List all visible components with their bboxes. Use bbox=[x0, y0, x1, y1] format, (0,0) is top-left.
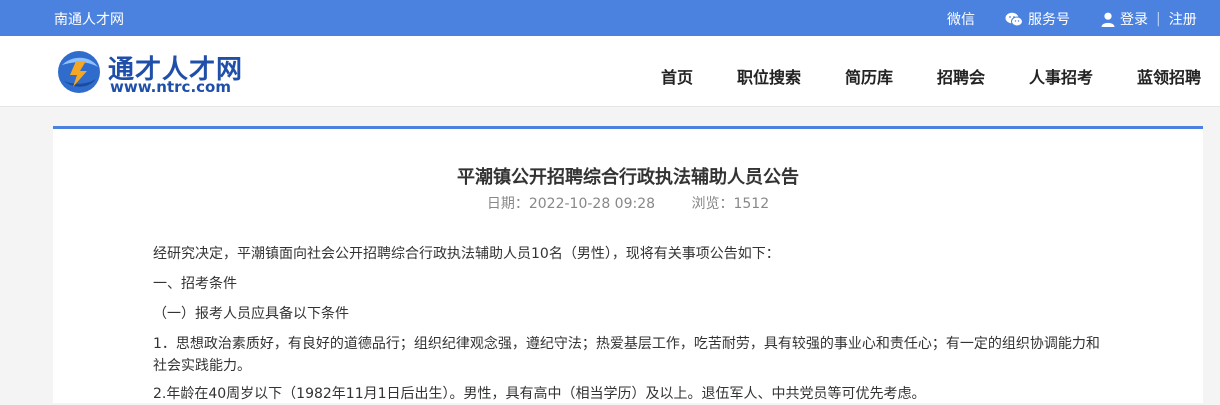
article-paragraph: （一）报考人员应具备以下条件 bbox=[153, 306, 349, 322]
article-date: 日期：2022-10-28 09:28 bbox=[486, 196, 656, 212]
article-title: 平潮镇公开招聘综合行政执法辅助人员公告 bbox=[457, 167, 799, 188]
divider: | bbox=[1156, 11, 1161, 27]
site-name[interactable]: 南通人才网 bbox=[54, 9, 124, 29]
article-card: 平潮镇公开招聘综合行政执法辅助人员公告 日期：2022-10-28 09:28 … bbox=[53, 126, 1203, 403]
nav-job-fair[interactable]: 招聘会 bbox=[937, 64, 985, 88]
login-link[interactable]: 登录 bbox=[1120, 9, 1148, 29]
wechat-link[interactable]: 微信 bbox=[947, 9, 975, 29]
article-paragraph: 一、招考条件 bbox=[153, 276, 237, 292]
service-account-link[interactable]: 服务号 bbox=[1005, 9, 1070, 29]
article-paragraph: 2.年龄在40周岁以下（1982年11月1日后出生）。男性，具有高中（相当学历）… bbox=[153, 386, 926, 402]
site-logo[interactable]: 通才人才网 www.ntrc.com bbox=[56, 46, 256, 98]
article-paragraph: 经研究决定，平潮镇面向社会公开招聘综合行政执法辅助人员10名（男性），现将有关事… bbox=[153, 246, 780, 262]
nav-home[interactable]: 首页 bbox=[661, 64, 693, 88]
logo-globe-icon bbox=[58, 51, 100, 93]
nav-resume-library[interactable]: 简历库 bbox=[845, 64, 893, 88]
nav-blue-collar[interactable]: 蓝领招聘 bbox=[1137, 64, 1201, 88]
article-body: 经研究决定，平潮镇面向社会公开招聘综合行政执法辅助人员10名（男性），现将有关事… bbox=[153, 243, 1113, 405]
account-links: 登录 | 注册 bbox=[1101, 9, 1197, 29]
article-paragraph: 1．思想政治素质好，有良好的道德品行；组织纪律观念强，遵纪守法；热爱基层工作，吃… bbox=[153, 336, 1100, 374]
wechat-icon bbox=[1005, 12, 1023, 26]
nav-job-search[interactable]: 职位搜索 bbox=[737, 64, 801, 88]
site-header: 通才人才网 www.ntrc.com 首页 职位搜索 简历库 招聘会 人事招考 … bbox=[0, 36, 1220, 107]
article-views: 浏览：1512 bbox=[691, 196, 770, 212]
register-link[interactable]: 注册 bbox=[1169, 9, 1197, 29]
article-meta: 日期：2022-10-28 09:28 浏览：1512 bbox=[53, 193, 1203, 213]
top-bar: 南通人才网 微信 服务号 登录 | 注册 bbox=[0, 0, 1220, 36]
user-icon bbox=[1101, 12, 1115, 27]
service-account-label: 服务号 bbox=[1028, 12, 1070, 28]
nav-personnel-exam[interactable]: 人事招考 bbox=[1029, 64, 1093, 88]
logo-text-en: www.ntrc.com bbox=[110, 78, 231, 96]
